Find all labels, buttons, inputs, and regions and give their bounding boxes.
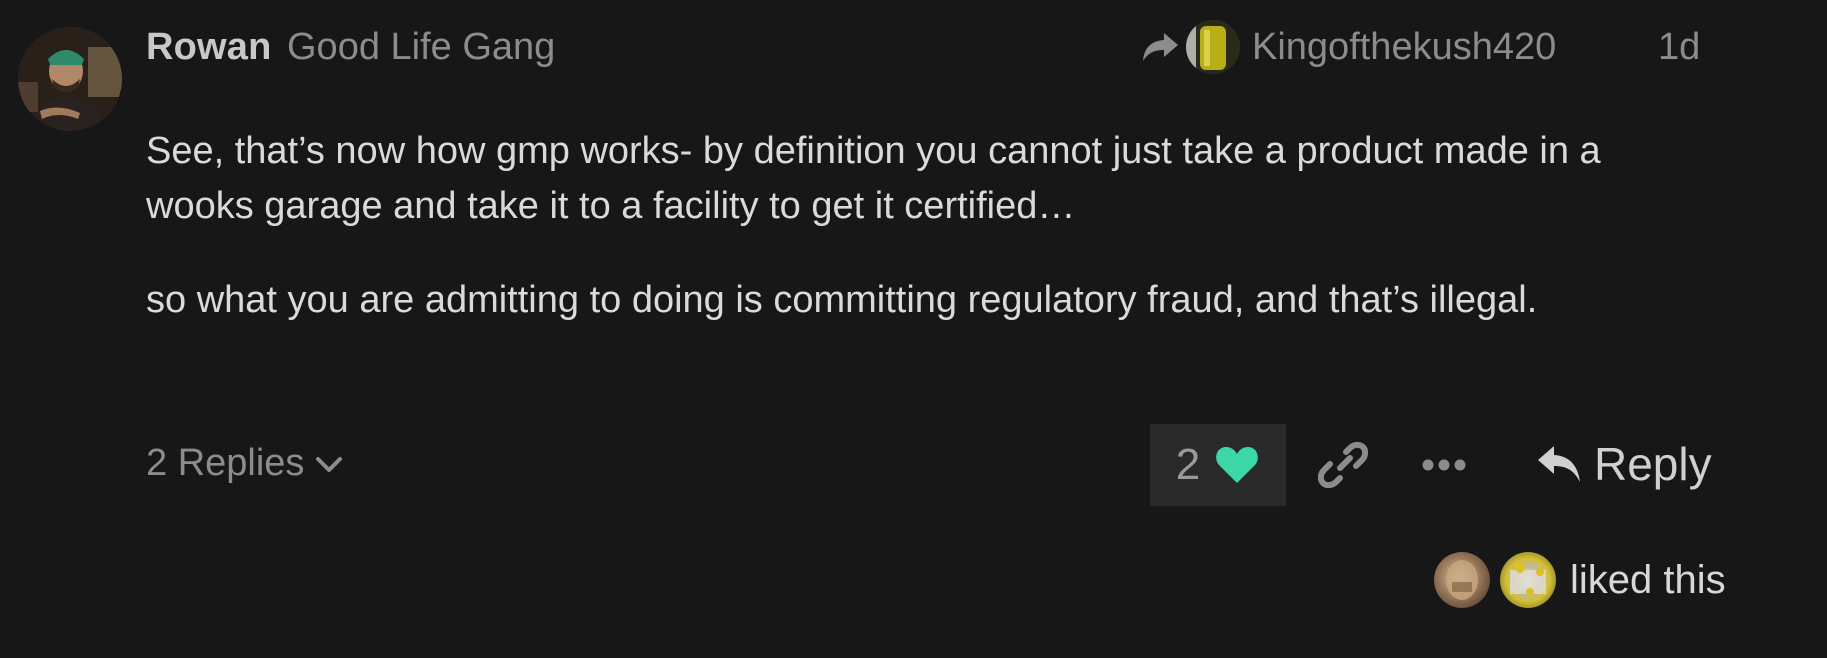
reply-to-avatar[interactable] <box>1186 20 1240 74</box>
liker-avatar[interactable] <box>1500 552 1556 608</box>
liker-avatar[interactable] <box>1434 552 1490 608</box>
like-button[interactable]: 2 <box>1150 424 1286 506</box>
reply-button[interactable]: Reply <box>1536 436 1712 492</box>
reply-label: Reply <box>1594 438 1712 490</box>
post-body: See, that’s now how gmp works- by defini… <box>146 124 1706 367</box>
heart-icon <box>1216 447 1259 483</box>
reply-to-username[interactable]: Kingofthekush420 <box>1252 22 1556 72</box>
liked-by-text: liked this <box>1570 558 1726 602</box>
post-paragraph: so what you are admitting to doing is co… <box>146 279 1538 321</box>
reply-icon <box>1538 446 1580 482</box>
post: Rowan Good Life Gang Kingofthekush420 1d… <box>0 0 1827 658</box>
chevron-down-icon <box>316 457 343 472</box>
post-date[interactable]: 1d <box>1658 22 1700 72</box>
author-name[interactable]: Rowan <box>146 22 272 72</box>
replies-label: 2 Replies <box>146 442 305 484</box>
link-icon[interactable] <box>1318 440 1368 490</box>
share-arrow-icon <box>1143 33 1178 61</box>
ellipsis-icon[interactable] <box>1420 453 1468 477</box>
liked-by: liked this <box>1434 552 1726 608</box>
replies-toggle-button[interactable]: 2 Replies <box>146 438 344 488</box>
author-avatar[interactable] <box>18 27 122 131</box>
author-title: Good Life Gang <box>287 26 556 68</box>
post-paragraph: See, that’s now how gmp works- by defini… <box>146 130 1601 227</box>
like-count[interactable]: 2 <box>1176 440 1200 490</box>
reply-to-link[interactable]: Kingofthekush420 <box>1140 18 1556 76</box>
